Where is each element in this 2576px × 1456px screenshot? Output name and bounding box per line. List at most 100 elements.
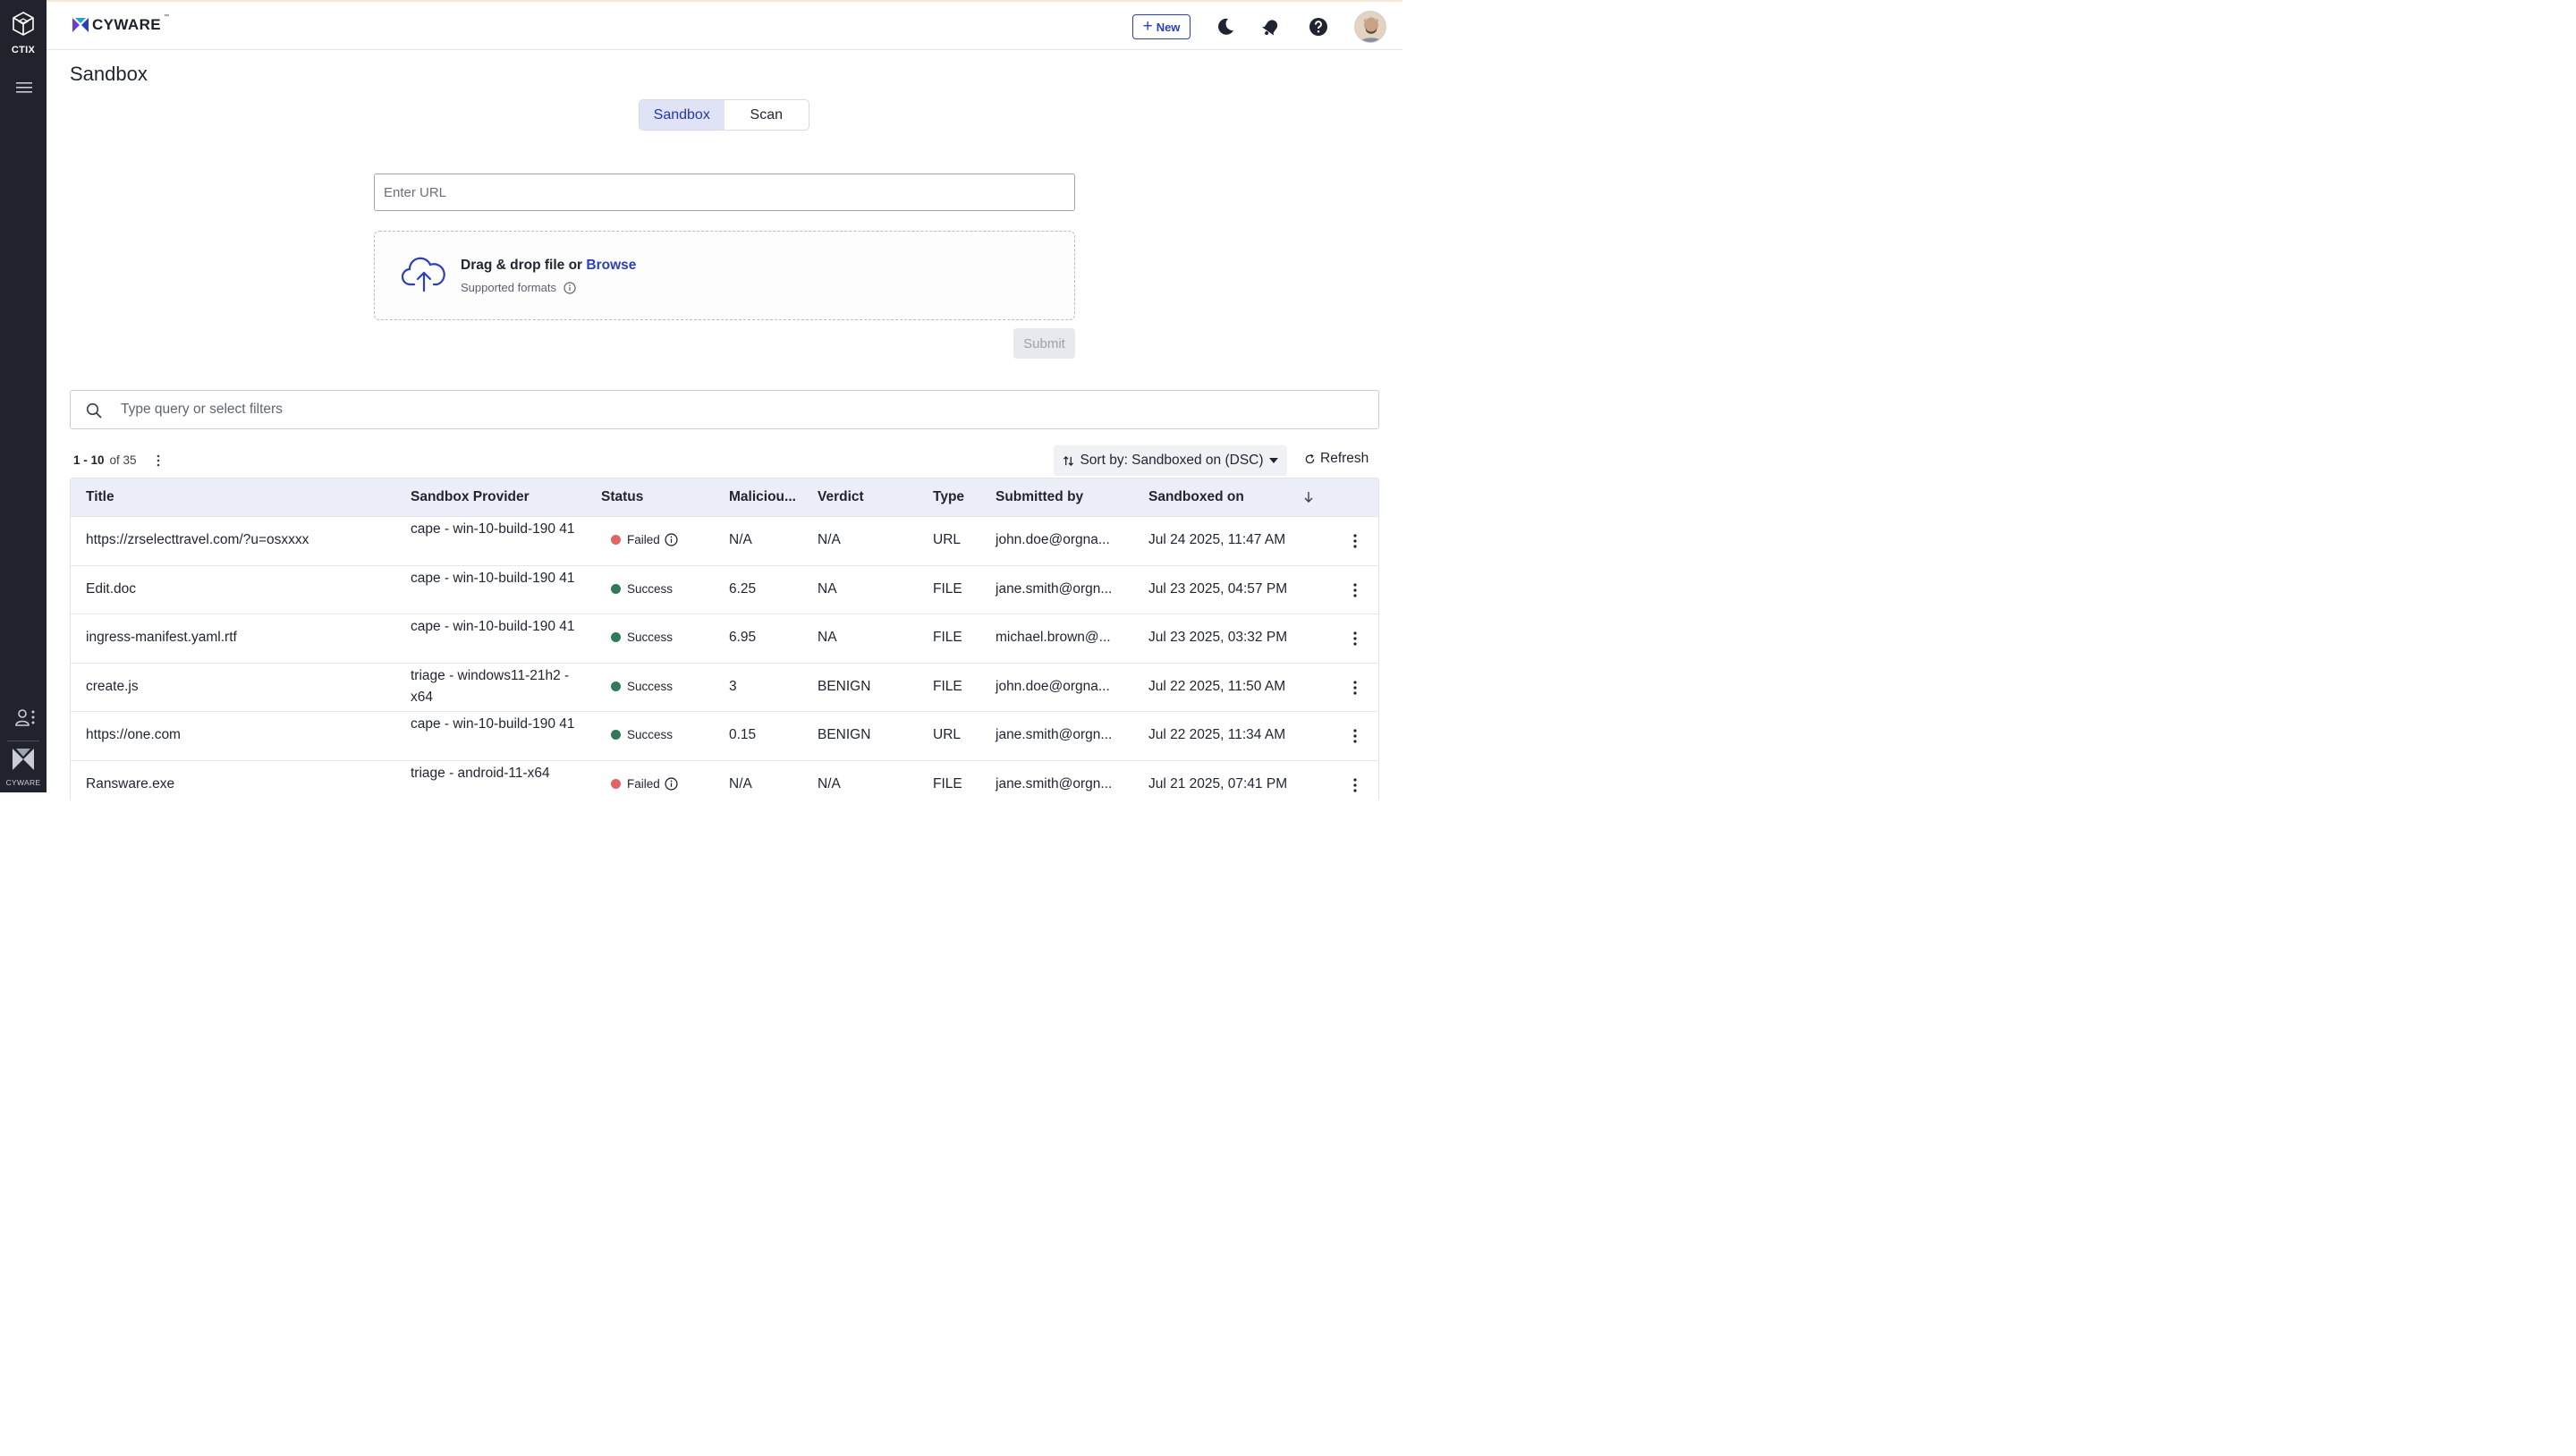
cyware-logo-icon (72, 18, 89, 32)
row-sandboxed-on: Jul 21 2025, 07:41 PM (1148, 775, 1288, 791)
pagination-range: 1 - 10 of 35 (73, 453, 137, 467)
col-sandboxed-on[interactable]: Sandboxed on (1148, 489, 1244, 505)
status-badge: Failed (611, 777, 678, 791)
row-verdict: NA (818, 630, 837, 645)
row-actions-kebab-icon[interactable] (1352, 728, 1359, 744)
row-malicious-score: 3 (729, 678, 737, 694)
col-title[interactable]: Title (86, 489, 114, 505)
caret-down-icon (1268, 458, 1278, 463)
row-sandboxed-on: Jul 22 2025, 11:34 AM (1148, 727, 1286, 742)
range-text: 1 - 10 (73, 453, 105, 467)
sort-descending-arrow-icon[interactable] (1303, 491, 1314, 504)
table-row[interactable]: ingress-manifest.yaml.rtf cape - win-10-b… (71, 614, 1378, 663)
browse-link[interactable]: Browse (586, 258, 636, 273)
row-actions-kebab-icon[interactable] (1352, 533, 1359, 549)
row-actions-kebab-icon[interactable] (1352, 631, 1359, 647)
table-row[interactable]: create.js triage - windows11-21h2 -x64 Suc… (71, 662, 1378, 711)
status-badge: Failed (611, 533, 678, 546)
moon-icon[interactable] (1215, 16, 1236, 38)
supported-formats: Supported formats (461, 281, 576, 294)
status-dot (611, 681, 621, 691)
sort-icon (1063, 455, 1074, 466)
status-dot (611, 730, 621, 740)
row-submitted-by: michael.brown@... (996, 630, 1111, 645)
status-label: Failed (627, 776, 660, 791)
row-type: URL (933, 727, 962, 742)
status-badge: Success (611, 728, 673, 741)
team-icon[interactable] (14, 708, 38, 728)
url-input[interactable] (374, 174, 1075, 211)
row-title: https://zrselecttravel.com/?u=osxxxx (86, 532, 309, 547)
ctix-cube-icon[interactable] (11, 11, 36, 38)
toggle-sandbox[interactable]: Sandbox (640, 100, 724, 130)
status-dot (611, 583, 621, 594)
new-button[interactable]: + New (1132, 14, 1191, 39)
table-row[interactable]: https://zrselecttravel.com/?u=osxxxx cape… (71, 516, 1378, 565)
search-input[interactable] (121, 391, 1355, 428)
table-row[interactable]: https://one.com cape - win-10-build-190 4… (71, 711, 1378, 760)
cloud-upload-icon (402, 257, 445, 292)
row-submitted-by: jane.smith@orgn... (996, 727, 1113, 742)
row-actions-kebab-icon[interactable] (1352, 582, 1359, 598)
row-type: FILE (933, 630, 962, 645)
status-label: Failed (627, 533, 660, 546)
col-malicious-score[interactable]: Maliciou... (729, 489, 796, 505)
row-type: URL (933, 532, 962, 547)
status-dot (611, 535, 621, 545)
row-sandboxed-on: Jul 23 2025, 04:57 PM (1148, 580, 1288, 597)
col-type[interactable]: Type (933, 489, 964, 505)
row-actions-kebab-icon[interactable] (1352, 680, 1359, 696)
row-title: ingress-manifest.yaml.rtf (86, 630, 237, 645)
hamburger-menu-icon[interactable] (15, 80, 33, 95)
status-badge: Success (611, 631, 673, 644)
table-row[interactable]: Edit.doc cape - win-10-build-190 41 Succes… (71, 564, 1378, 614)
sort-dropdown[interactable]: Sort by: Sandboxed on (DSC) (1054, 445, 1287, 476)
sort-label: Sort by: Sandboxed on (DSC) (1080, 453, 1264, 468)
status-label: Success (627, 679, 674, 693)
file-dropzone[interactable]: Drag & drop file or Browse Supported for… (374, 231, 1075, 320)
table-row[interactable]: Ransware.exe triage - android-11-x64 Faile… (71, 759, 1378, 800)
status-badge: Success (611, 680, 673, 693)
row-title: https://one.com (86, 727, 181, 742)
top-bar: CYWARE ™ + New (47, 0, 1402, 50)
drag-drop-label: Drag & drop file or (461, 258, 583, 273)
failure-info-icon[interactable] (665, 776, 678, 791)
submit-button[interactable]: Submit (1013, 328, 1075, 359)
col-submitted-by[interactable]: Submitted by (996, 489, 1083, 505)
row-malicious-score: 6.95 (729, 630, 757, 645)
list-options-kebab-icon[interactable] (154, 453, 163, 468)
range-total: of 35 (109, 453, 137, 467)
left-nav-rail: CTIX CYWARE (0, 0, 47, 792)
help-icon[interactable] (1308, 16, 1329, 38)
failure-info-icon[interactable] (665, 533, 678, 546)
info-icon[interactable] (564, 281, 576, 294)
cyware-logo[interactable]: CYWARE ™ (72, 14, 169, 34)
col-status[interactable]: Status (601, 489, 643, 505)
row-sandbox-provider: triage - android-11-x64 (411, 765, 550, 781)
row-verdict: NA (818, 580, 837, 597)
supported-formats-label: Supported formats (461, 281, 556, 294)
row-submitted-by: john.doe@orgna... (996, 678, 1110, 694)
row-verdict: N/A (818, 532, 841, 547)
row-submitted-by: john.doe@orgna... (996, 532, 1110, 547)
row-title: Ransware.exe (86, 775, 175, 791)
sandbox-table: Title Sandbox Provider Status Maliciou..… (70, 478, 1379, 800)
row-sandboxed-on: Jul 22 2025, 11:50 AM (1148, 678, 1286, 694)
row-malicious-score: N/A (729, 775, 752, 791)
col-sandbox-provider[interactable]: Sandbox Provider (411, 489, 530, 505)
status-badge: Success (611, 582, 673, 596)
refresh-button[interactable]: Refresh (1304, 451, 1368, 467)
toggle-scan[interactable]: Scan (724, 100, 809, 130)
brand-label: CYWARE (5, 778, 41, 787)
drag-drop-text: Drag & drop file or Browse (461, 258, 636, 274)
bell-icon[interactable] (1260, 16, 1282, 38)
col-verdict[interactable]: Verdict (818, 489, 864, 505)
search-icon (86, 402, 102, 419)
row-submitted-by: jane.smith@orgn... (996, 775, 1113, 791)
row-sandbox-provider: triage - windows11-21h2 -x64 (411, 667, 570, 706)
plus-icon: + (1142, 16, 1153, 36)
row-verdict: N/A (818, 775, 841, 791)
row-actions-kebab-icon[interactable] (1352, 777, 1359, 793)
user-avatar[interactable] (1354, 11, 1386, 43)
status-label: Success (627, 728, 674, 741)
